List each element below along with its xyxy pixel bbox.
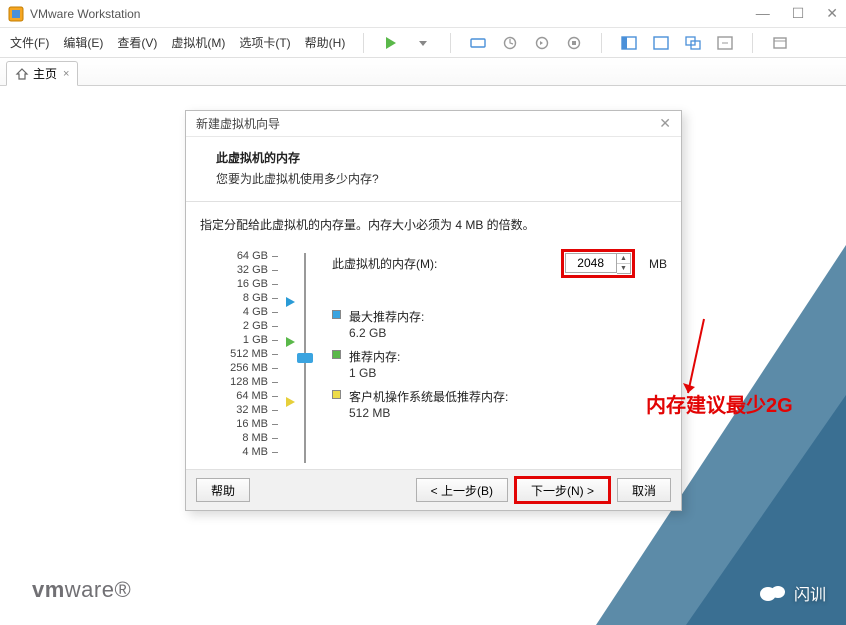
square-green-icon [332, 350, 341, 359]
dialog-header: 此虚拟机的内存 您要为此虚拟机使用多少内存? [186, 137, 681, 202]
window-title: VMware Workstation [30, 7, 140, 21]
close-button[interactable]: ✕ [826, 5, 838, 22]
rec-min-value: 512 MB [349, 406, 508, 420]
dropdown-icon[interactable] [414, 34, 432, 52]
menubar: 文件(F) 编辑(E) 查看(V) 虚拟机(M) 选项卡(T) 帮助(H) [0, 28, 846, 58]
stretch-icon[interactable] [716, 34, 734, 52]
menu-view[interactable]: 查看(V) [117, 34, 157, 51]
window-titlebar: VMware Workstation — ☐ ✕ [0, 0, 846, 28]
memory-unit: MB [649, 257, 667, 271]
memory-slider[interactable] [294, 249, 316, 459]
marker-recommended-icon [286, 337, 295, 347]
menu-edit[interactable]: 编辑(E) [63, 34, 103, 51]
help-button[interactable]: 帮助 [196, 478, 250, 502]
tabbar: 主页 × [0, 58, 846, 86]
rec-min-label: 客户机操作系统最低推荐内存: [349, 388, 508, 405]
play-icon[interactable] [382, 34, 400, 52]
menu-tabs[interactable]: 选项卡(T) [239, 34, 290, 51]
wizard-dialog: 新建虚拟机向导 ✕ 此虚拟机的内存 您要为此虚拟机使用多少内存? 指定分配给此虚… [185, 110, 682, 511]
dialog-titlebar: 新建虚拟机向导 ✕ [186, 111, 681, 137]
menu-file[interactable]: 文件(F) [10, 34, 49, 51]
dialog-footer: 帮助 < 上一步(B) 下一步(N) > 取消 [186, 469, 681, 510]
library-icon[interactable] [771, 34, 789, 52]
fullscreen-icon[interactable] [652, 34, 670, 52]
watermark: 闪训 [758, 581, 826, 605]
rec-label: 推荐内存: [349, 348, 400, 365]
cancel-button[interactable]: 取消 [617, 478, 671, 502]
tab-home[interactable]: 主页 × [6, 61, 78, 86]
console-icon[interactable] [620, 34, 638, 52]
rec-max-value: 6.2 GB [349, 326, 424, 340]
annotation-text: 内存建议最少2G [646, 389, 793, 418]
tab-home-label: 主页 [33, 65, 57, 82]
unity-icon[interactable] [684, 34, 702, 52]
rec-max-label: 最大推荐内存: [349, 308, 424, 325]
memory-scale: 64 GB 32 GB 16 GB 8 GB 4 GB 2 GB 1 GB 51… [200, 249, 278, 459]
app-icon [8, 6, 24, 22]
marker-max-icon [286, 297, 295, 307]
memory-input[interactable] [565, 253, 617, 273]
menu-vm[interactable]: 虚拟机(M) [171, 34, 225, 51]
home-icon [15, 67, 29, 81]
dialog-title: 新建虚拟机向导 [196, 115, 280, 132]
brand-logo: vmware® [32, 577, 131, 603]
maximize-button[interactable]: ☐ [792, 5, 805, 22]
memory-input-highlight: ▲▼ [561, 249, 635, 278]
dialog-subheading: 您要为此虚拟机使用多少内存? [216, 170, 651, 187]
tab-close-icon[interactable]: × [63, 68, 69, 80]
marker-min-icon [286, 397, 295, 407]
back-button[interactable]: < 上一步(B) [416, 478, 508, 502]
dialog-heading: 此虚拟机的内存 [216, 149, 651, 166]
rec-value: 1 GB [349, 366, 400, 380]
snapshot-back-icon[interactable] [533, 34, 551, 52]
square-blue-icon [332, 310, 341, 319]
memory-spinner[interactable]: ▲▼ [617, 253, 631, 274]
next-button[interactable]: 下一步(N) > [516, 478, 609, 502]
memory-label: 此虚拟机的内存(M): [332, 255, 437, 272]
slider-thumb[interactable] [297, 353, 313, 363]
snapshot-icon[interactable] [501, 34, 519, 52]
square-yellow-icon [332, 390, 341, 399]
minimize-button[interactable]: — [756, 5, 770, 22]
menu-help[interactable]: 帮助(H) [305, 34, 346, 51]
dialog-close-icon[interactable]: ✕ [659, 115, 671, 132]
device-icon[interactable] [469, 34, 487, 52]
snapshot-manager-icon[interactable] [565, 34, 583, 52]
dialog-body: 指定分配给此虚拟机的内存量。内存大小必须为 4 MB 的倍数。 64 GB 32… [186, 202, 681, 469]
dialog-description: 指定分配给此虚拟机的内存量。内存大小必须为 4 MB 的倍数。 [200, 216, 667, 233]
